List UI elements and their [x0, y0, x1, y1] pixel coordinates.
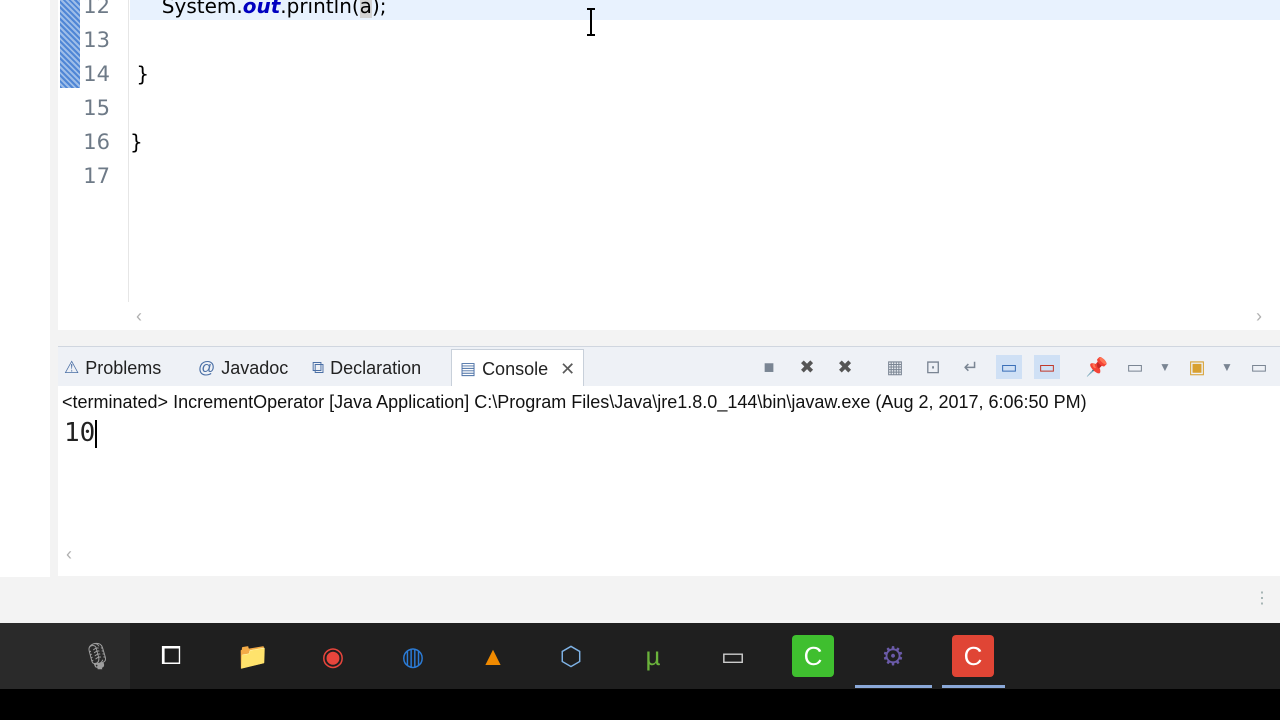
eclipse-jee-icon[interactable]: ⚙	[872, 635, 914, 677]
code-line[interactable]: 12 System.out.println(a);	[58, 0, 1280, 24]
remove-launch-icon[interactable]: ✖	[794, 355, 820, 379]
chevron-down-icon[interactable]: ▼	[1214, 355, 1240, 379]
problems-icon: ⚠	[64, 358, 80, 377]
word-wrap-icon[interactable]: ↵	[958, 355, 984, 379]
scroll-lock-icon[interactable]: ⊡	[920, 355, 946, 379]
cmd-icon[interactable]: ▭	[712, 635, 754, 677]
scroll-right-icon[interactable]: ›	[1256, 306, 1262, 327]
tab-problems[interactable]: ⚠ Problems	[64, 353, 161, 383]
output-text: 10	[64, 418, 96, 448]
tab-declaration[interactable]: ⧉ Declaration	[312, 353, 421, 383]
ibeam-cursor-icon	[587, 8, 595, 36]
code-editor[interactable]: 12 System.out.println(a); 13 14 } 15 16} 17 ‹…	[58, 0, 1280, 330]
code-line[interactable]: 14 }	[58, 58, 1280, 92]
code-text[interactable]: }	[130, 62, 149, 86]
vlc-icon[interactable]: ▲	[472, 635, 514, 677]
camtasia-green-icon[interactable]: C	[792, 635, 834, 677]
remove-all-launches-icon[interactable]: ✖	[832, 355, 858, 379]
clear-console-icon[interactable]: ▦	[882, 355, 908, 379]
editor-horizontal-scrollbar[interactable]: ‹ ›	[128, 306, 1280, 328]
console-icon: ▤	[460, 359, 477, 378]
windows-taskbar: 🎙 ⧠ 📁 ◉ ◍ ▲ ⬡ µ ▭ C ⚙ C	[0, 623, 1280, 689]
scroll-left-icon[interactable]: ‹	[136, 306, 142, 327]
line-number: 16	[83, 130, 110, 154]
console-view-tabbar: ⚠ Problems @ Javadoc ⧉ Declaration ▤ Con…	[58, 346, 1280, 388]
code-text[interactable]: System.out.println(a);	[130, 0, 386, 18]
show-on-stdout-icon[interactable]: ▭	[996, 355, 1022, 379]
terminated-status: <terminated> IncrementOperator [Java App…	[62, 392, 1087, 412]
code-line[interactable]: 15	[58, 92, 1280, 126]
resize-grip-icon[interactable]: ⋮	[1254, 588, 1270, 608]
tab-console[interactable]: ▤ Console ✕	[451, 349, 585, 388]
line-number: 13	[83, 28, 110, 52]
line-number: 15	[83, 96, 110, 120]
screen-bottom-edge	[0, 689, 1280, 720]
line-number: 12	[83, 0, 110, 18]
console-output-area[interactable]: <terminated> IncrementOperator [Java App…	[58, 386, 1280, 576]
left-panel-edge	[0, 0, 50, 577]
chrome-icon[interactable]: ◉	[312, 635, 354, 677]
virtualbox-icon[interactable]: ⬡	[550, 635, 592, 677]
file-explorer-icon[interactable]: 📁	[232, 635, 274, 677]
code-line[interactable]: 13	[58, 24, 1280, 58]
at-icon: @	[198, 358, 216, 377]
display-selected-console-icon[interactable]: ▭	[1122, 355, 1148, 379]
pin-console-icon[interactable]: 📌	[1084, 355, 1110, 379]
close-tab-icon[interactable]: ✕	[560, 359, 575, 380]
console-output: 10	[64, 418, 98, 448]
code-line[interactable]: 17	[58, 160, 1280, 194]
code-line[interactable]: 16}	[58, 126, 1280, 160]
task-view-icon[interactable]: ⧠	[150, 635, 192, 677]
terminate-icon[interactable]: ■	[756, 355, 782, 379]
active-app-indicator	[855, 685, 932, 688]
eclipse-ide-window: 12 System.out.println(a); 13 14 } 15 16} 17 ‹…	[0, 0, 1280, 623]
chevron-down-icon[interactable]: ▼	[1152, 355, 1178, 379]
declaration-icon: ⧉	[312, 358, 325, 377]
tab-javadoc[interactable]: @ Javadoc	[198, 353, 288, 383]
line-number: 14	[83, 62, 110, 86]
minimize-icon[interactable]: ▭	[1246, 355, 1272, 379]
tab-label: Javadoc	[221, 357, 289, 378]
scroll-left-icon[interactable]: ‹	[66, 544, 72, 565]
tab-label: Problems	[85, 357, 162, 378]
tab-label: Declaration	[330, 357, 422, 378]
text-caret	[95, 419, 98, 448]
line-number: 17	[83, 164, 110, 188]
running-app-indicator	[942, 685, 1005, 688]
firefox-icon[interactable]: ◍	[392, 635, 434, 677]
code-text[interactable]: }	[130, 130, 143, 154]
open-console-icon[interactable]: ▣	[1184, 355, 1210, 379]
utorrent-icon[interactable]: µ	[632, 635, 674, 677]
show-on-stderr-icon[interactable]: ▭	[1034, 355, 1060, 379]
console-horizontal-scrollbar[interactable]: ‹	[58, 544, 1280, 568]
camtasia-red-icon[interactable]: C	[952, 635, 994, 677]
microphone-icon[interactable]: 🎙	[76, 635, 118, 677]
tab-label: Console	[482, 358, 549, 379]
